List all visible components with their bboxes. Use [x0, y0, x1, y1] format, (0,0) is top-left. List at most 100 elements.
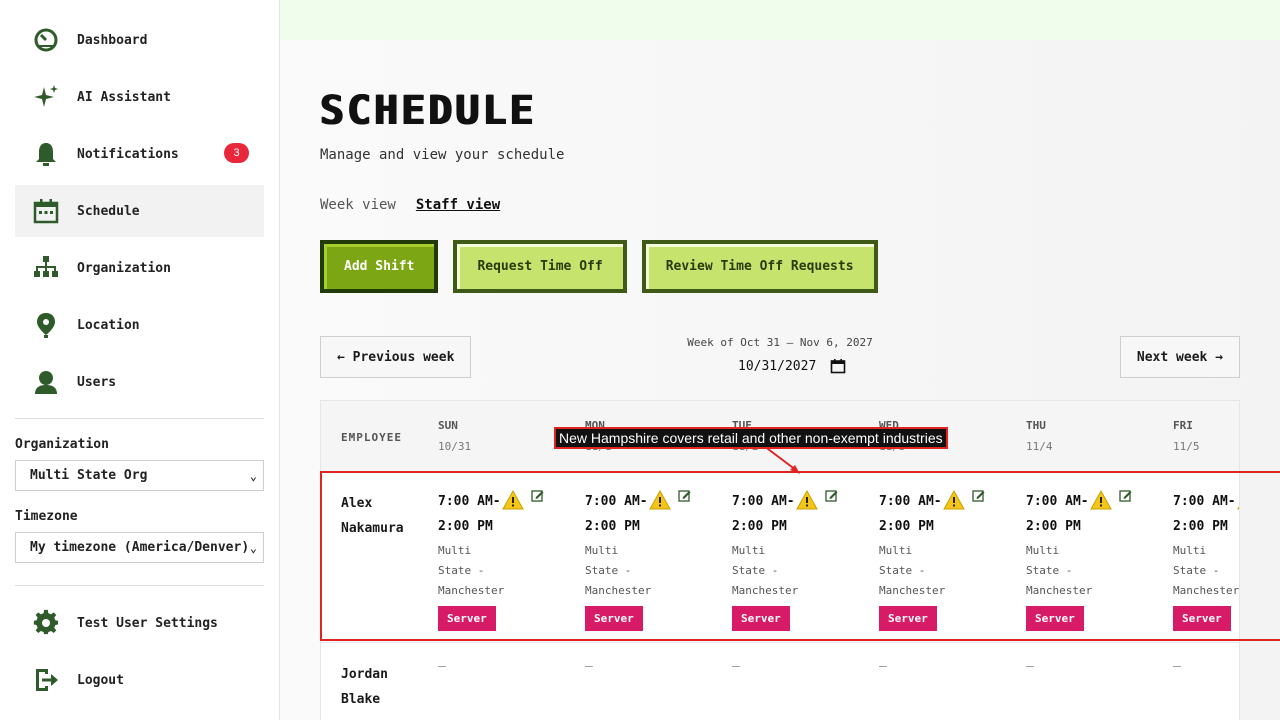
employee-name[interactable]: Jordan Blake [341, 662, 421, 712]
sidebar-item-ai-assistant[interactable]: AI Assistant [15, 71, 264, 123]
role-badge: Server [585, 606, 643, 631]
sidebar-item-users[interactable]: Users [15, 356, 264, 408]
shift-location-line: Multi [1026, 544, 1060, 557]
warning-icon[interactable] [796, 490, 818, 510]
shift-cell-tue[interactable]: 7:00 AM- 2:00 PM Multi State - Manchester Ser… [732, 489, 862, 631]
sidebar-item-notifications[interactable]: Notifications 3 [15, 128, 264, 180]
tab-staff-view[interactable]: Staff view [416, 197, 500, 213]
warning-icon[interactable] [649, 490, 671, 510]
organization-select-value: Multi State Org [30, 468, 148, 483]
warning-icon[interactable] [1090, 490, 1112, 510]
edit-icon[interactable] [972, 489, 985, 502]
add-shift-button[interactable]: Add Shift [320, 240, 439, 293]
next-week-button[interactable]: Next week → [1119, 336, 1240, 378]
shift-cell-thu[interactable]: 7:00 AM- 2:00 PM Multi State - Manchester Ser… [1026, 489, 1156, 631]
warning-icon[interactable] [502, 490, 524, 510]
shift-end-time: 2:00 PM [585, 519, 640, 534]
week-date-input[interactable]: 10/31/2027 [738, 358, 846, 374]
calendar-icon[interactable] [830, 358, 846, 374]
user-icon [31, 367, 61, 397]
shift-location-line: Manchester [879, 584, 946, 597]
sidebar-item-logout[interactable]: Logout [15, 654, 264, 706]
week-navigator: ← Previous week Week of Oct 31 – Nov 6, … [320, 336, 1240, 378]
sidebar-bottom-nav: Test User Settings Logout [15, 597, 264, 711]
edit-icon[interactable] [678, 489, 691, 502]
tab-week-view[interactable]: Week view [320, 197, 396, 213]
sidebar-item-label: Logout [77, 672, 124, 688]
sidebar-divider [15, 585, 264, 586]
shift-end-time: 2:00 PM [1026, 519, 1081, 534]
empty-shift-cell[interactable]: – [732, 659, 740, 674]
action-buttons: Add Shift Request Time Off Review Time O… [320, 240, 878, 293]
shift-end-time: 2:00 PM [732, 519, 787, 534]
role-badge: Server [1026, 606, 1084, 631]
role-badge: Server [879, 606, 937, 631]
employee-name[interactable]: Alex Nakamura [341, 491, 421, 541]
edit-icon[interactable] [531, 489, 544, 502]
info-tooltip: New Hampshire covers retail and other no… [554, 427, 948, 449]
shift-location-line: Manchester [732, 584, 799, 597]
employee-column-header: EMPLOYEE [341, 431, 402, 444]
table-row: Jordan Blake – – – – – – [321, 642, 1239, 720]
timezone-select[interactable]: My timezone (America/Denver) ⌄ [15, 532, 264, 563]
role-badge: Server [732, 606, 790, 631]
empty-shift-cell[interactable]: – [1026, 659, 1034, 674]
day-name: FRI [1173, 419, 1193, 432]
shift-location-line: Multi [732, 544, 766, 557]
page-subtitle: Manage and view your schedule [320, 147, 565, 163]
main-content: SCHEDULE Manage and view your schedule W… [280, 40, 1280, 720]
sidebar-item-label: Dashboard [77, 32, 148, 48]
shift-cell-fri[interactable]: 7:00 AM- 2:00 PM Multi State - Manchester Ser… [1173, 489, 1240, 631]
shift-end-time: 2:00 PM [1173, 519, 1228, 534]
warning-icon[interactable] [1237, 490, 1240, 510]
shift-end-time: 2:00 PM [879, 519, 934, 534]
organization-select[interactable]: Multi State Org ⌄ [15, 460, 264, 491]
edit-icon[interactable] [825, 489, 838, 502]
empty-shift-cell[interactable]: – [438, 659, 446, 674]
review-time-off-requests-button[interactable]: Review Time Off Requests [641, 240, 878, 293]
shift-start-time: 7:00 AM- [1173, 494, 1236, 509]
shift-location-line: Multi [1173, 544, 1207, 557]
shift-location-line: State - [879, 564, 926, 577]
gear-icon [31, 608, 61, 638]
shift-cell-mon[interactable]: 7:00 AM- 2:00 PM Multi State - Manchester Ser… [585, 489, 715, 631]
empty-shift-cell[interactable]: – [1173, 659, 1181, 674]
sidebar-item-organization[interactable]: Organization [15, 242, 264, 294]
shift-location-line: State - [585, 564, 632, 577]
notification-count-badge: 3 [224, 143, 249, 163]
empty-shift-cell[interactable]: – [879, 659, 887, 674]
shift-location-line: Manchester [438, 584, 505, 597]
top-banner [280, 0, 1280, 40]
edit-icon[interactable] [1119, 489, 1132, 502]
employee-first-name: Alex [341, 496, 373, 511]
sidebar-item-label: Schedule [77, 203, 140, 219]
sidebar-divider [15, 418, 264, 419]
shift-location-line: Multi [438, 544, 472, 557]
sidebar-item-label: AI Assistant [77, 89, 171, 105]
sidebar-item-dashboard[interactable]: Dashboard [15, 14, 264, 66]
day-header-fri: FRI 11/5 [1173, 419, 1200, 453]
view-toggle: Week view Staff view [320, 197, 500, 213]
shift-location-line: Multi [585, 544, 619, 557]
sidebar-item-label: Organization [77, 260, 171, 276]
shift-location-line: Manchester [1173, 584, 1240, 597]
chevron-down-icon: ⌄ [249, 540, 257, 555]
employee-last-name: Blake [341, 692, 381, 707]
sidebar-item-location[interactable]: Location [15, 299, 264, 351]
request-time-off-button[interactable]: Request Time Off [453, 240, 627, 293]
sidebar-item-schedule[interactable]: Schedule [15, 185, 264, 237]
timezone-label: Timezone [15, 509, 78, 524]
shift-cell-sun[interactable]: 7:00 AM- 2:00 PM Multi State - Manchester Ser… [438, 489, 568, 631]
shift-location-line: Manchester [1026, 584, 1093, 597]
empty-shift-cell[interactable]: – [585, 659, 593, 674]
sidebar-item-test-user-settings[interactable]: Test User Settings [15, 597, 264, 649]
warning-icon[interactable] [943, 490, 965, 510]
day-date: 10/31 [438, 440, 472, 453]
employee-last-name: Nakamura [341, 521, 404, 536]
org-chart-icon [31, 253, 61, 283]
logout-icon [31, 665, 61, 695]
shift-end-time: 2:00 PM [438, 519, 493, 534]
organization-label: Organization [15, 437, 109, 452]
shift-location-line: State - [1026, 564, 1073, 577]
shift-cell-wed[interactable]: 7:00 AM- 2:00 PM Multi State - Manchester Ser… [879, 489, 1009, 631]
